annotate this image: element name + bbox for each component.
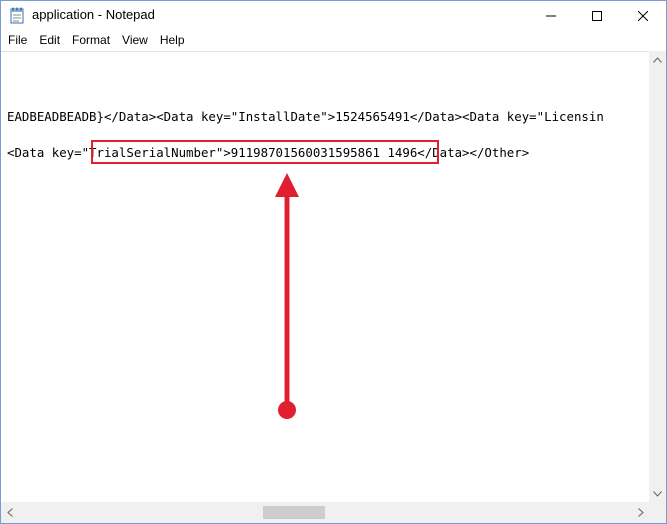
minimize-icon xyxy=(546,6,556,25)
close-icon xyxy=(637,6,649,25)
notepad-window: application - Notepad File Edit Format V… xyxy=(0,0,667,524)
menu-file[interactable]: File xyxy=(1,30,33,50)
text-line-1: EADBEADBEADB}</Data><Data key="InstallDa… xyxy=(7,109,604,124)
minimize-button[interactable] xyxy=(528,1,574,30)
maximize-button[interactable] xyxy=(574,1,620,30)
menu-edit[interactable]: Edit xyxy=(33,30,66,50)
close-button[interactable] xyxy=(620,1,666,30)
trial-serial-highlight xyxy=(91,140,439,164)
menu-bar: File Edit Format View Help xyxy=(1,30,666,50)
menu-view[interactable]: View xyxy=(116,30,154,50)
scroll-up-icon[interactable] xyxy=(649,51,666,68)
text-editor[interactable]: EADBEADBEADB}</Data><Data key="InstallDa… xyxy=(1,51,649,502)
size-grip[interactable] xyxy=(649,502,666,523)
scroll-left-icon[interactable] xyxy=(1,502,18,523)
horizontal-scrollbar[interactable] xyxy=(1,502,649,523)
scroll-down-icon[interactable] xyxy=(649,485,666,502)
vertical-scrollbar[interactable] xyxy=(649,51,666,502)
horizontal-scroll-thumb[interactable] xyxy=(263,506,325,519)
title-bar[interactable]: application - Notepad xyxy=(1,1,666,30)
menu-format[interactable]: Format xyxy=(66,30,116,50)
maximize-icon xyxy=(592,6,602,25)
window-title: application - Notepad xyxy=(32,7,155,22)
scroll-right-icon[interactable] xyxy=(632,502,649,523)
menu-help[interactable]: Help xyxy=(154,30,191,50)
notepad-icon xyxy=(10,7,25,24)
